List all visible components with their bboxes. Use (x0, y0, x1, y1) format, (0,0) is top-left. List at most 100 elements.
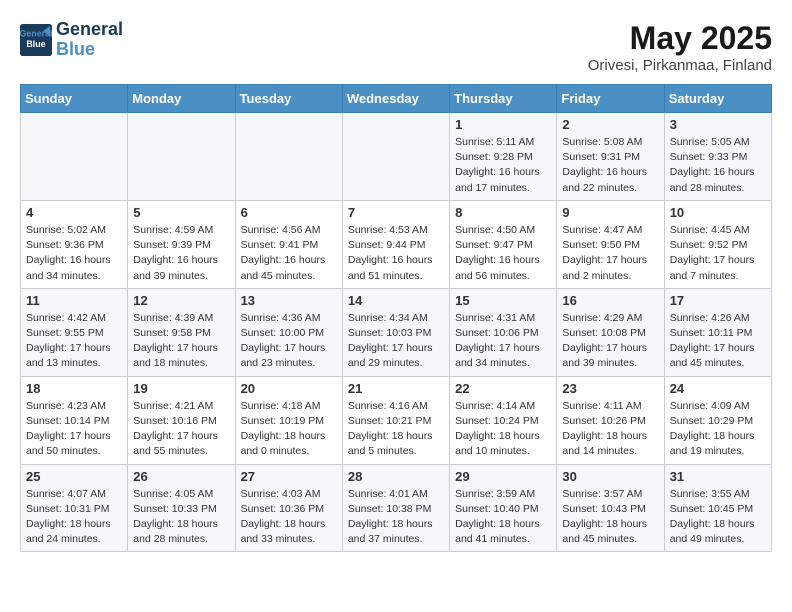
calendar-cell: 9 Sunrise: 4:47 AM Sunset: 9:50 PM Daylig… (557, 200, 664, 288)
calendar-title: May 2025 (588, 20, 772, 57)
day-number: 12 (133, 293, 229, 308)
day-info: Sunrise: 4:21 AM Sunset: 10:16 PM Daylig… (133, 399, 229, 460)
day-number: 29 (455, 469, 551, 484)
day-info: Sunrise: 4:01 AM Sunset: 10:38 PM Daylig… (348, 487, 444, 548)
calendar-week-5: 25 Sunrise: 4:07 AM Sunset: 10:31 PM Dayl… (21, 464, 772, 552)
calendar-cell: 29Sunrise: 3:59 AM Sunset: 10:40 PM Dayl… (450, 464, 557, 552)
day-info: Sunrise: 4:18 AM Sunset: 10:19 PM Daylig… (241, 399, 337, 460)
day-number: 9 (562, 205, 658, 220)
svg-text:Blue: Blue (26, 39, 45, 49)
page-header: General Blue General Blue May 2025 Orive… (20, 20, 772, 74)
day-number: 11 (26, 293, 122, 308)
day-info: Sunrise: 4:34 AM Sunset: 10:03 PM Daylig… (348, 311, 444, 372)
day-number: 25 (26, 469, 122, 484)
day-number: 20 (241, 381, 337, 396)
day-info: Sunrise: 4:03 AM Sunset: 10:36 PM Daylig… (241, 487, 337, 548)
calendar-cell: 11 Sunrise: 4:42 AM Sunset: 9:55 PM Dayli… (21, 288, 128, 376)
day-info: Sunrise: 4:31 AM Sunset: 10:06 PM Daylig… (455, 311, 551, 372)
day-number: 22 (455, 381, 551, 396)
calendar-cell: 4 Sunrise: 5:02 AM Sunset: 9:36 PM Daylig… (21, 200, 128, 288)
day-number: 14 (348, 293, 444, 308)
day-info: Sunrise: 4:14 AM Sunset: 10:24 PM Daylig… (455, 399, 551, 460)
calendar-cell: 20 Sunrise: 4:18 AM Sunset: 10:19 PM Dayl… (235, 376, 342, 464)
title-block: May 2025 Orivesi, Pirkanmaa, Finland (588, 20, 772, 74)
day-number: 23 (562, 381, 658, 396)
day-info: Sunrise: 4:53 AM Sunset: 9:44 PM Dayligh… (348, 223, 444, 284)
day-header-tuesday: Tuesday (235, 85, 342, 113)
calendar-cell (342, 113, 449, 201)
day-number: 27 (241, 469, 337, 484)
calendar-cell (128, 113, 235, 201)
day-info: Sunrise: 5:02 AM Sunset: 9:36 PM Dayligh… (26, 223, 122, 284)
day-number: 17 (670, 293, 766, 308)
day-info: Sunrise: 4:42 AM Sunset: 9:55 PM Dayligh… (26, 311, 122, 372)
calendar-cell: 17 Sunrise: 4:26 AM Sunset: 10:11 PM Dayl… (664, 288, 771, 376)
calendar-cell: 1Sunrise: 5:11 AM Sunset: 9:28 PM Daylig… (450, 113, 557, 201)
calendar-cell: 10Sunrise: 4:45 AM Sunset: 9:52 PM Dayli… (664, 200, 771, 288)
day-number: 5 (133, 205, 229, 220)
day-info: Sunrise: 4:05 AM Sunset: 10:33 PM Daylig… (133, 487, 229, 548)
day-info: Sunrise: 4:07 AM Sunset: 10:31 PM Daylig… (26, 487, 122, 548)
day-header-friday: Friday (557, 85, 664, 113)
calendar-cell: 6 Sunrise: 4:56 AM Sunset: 9:41 PM Daylig… (235, 200, 342, 288)
day-number: 19 (133, 381, 229, 396)
calendar-cell: 28 Sunrise: 4:01 AM Sunset: 10:38 PM Dayl… (342, 464, 449, 552)
calendar-cell: 2Sunrise: 5:08 AM Sunset: 9:31 PM Daylig… (557, 113, 664, 201)
calendar-cell: 12 Sunrise: 4:39 AM Sunset: 9:58 PM Dayli… (128, 288, 235, 376)
day-number: 28 (348, 469, 444, 484)
day-info: Sunrise: 3:57 AM Sunset: 10:43 PM Daylig… (562, 487, 658, 548)
calendar-cell: 27 Sunrise: 4:03 AM Sunset: 10:36 PM Dayl… (235, 464, 342, 552)
calendar-cell: 15 Sunrise: 4:31 AM Sunset: 10:06 PM Dayl… (450, 288, 557, 376)
calendar-cell: 19 Sunrise: 4:21 AM Sunset: 10:16 PM Dayl… (128, 376, 235, 464)
calendar-cell: 25 Sunrise: 4:07 AM Sunset: 10:31 PM Dayl… (21, 464, 128, 552)
calendar-cell (21, 113, 128, 201)
day-header-sunday: Sunday (21, 85, 128, 113)
calendar-week-1: 1Sunrise: 5:11 AM Sunset: 9:28 PM Daylig… (21, 113, 772, 201)
day-header-wednesday: Wednesday (342, 85, 449, 113)
calendar-cell: 30 Sunrise: 3:57 AM Sunset: 10:43 PM Dayl… (557, 464, 664, 552)
day-number: 10 (670, 205, 766, 220)
day-info: Sunrise: 3:55 AM Sunset: 10:45 PM Daylig… (670, 487, 766, 548)
calendar-cell: 3Sunrise: 5:05 AM Sunset: 9:33 PM Daylig… (664, 113, 771, 201)
calendar-cell: 5 Sunrise: 4:59 AM Sunset: 9:39 PM Daylig… (128, 200, 235, 288)
day-number: 7 (348, 205, 444, 220)
day-info: Sunrise: 4:59 AM Sunset: 9:39 PM Dayligh… (133, 223, 229, 284)
day-number: 13 (241, 293, 337, 308)
calendar-cell: 26 Sunrise: 4:05 AM Sunset: 10:33 PM Dayl… (128, 464, 235, 552)
calendar-cell: 31 Sunrise: 3:55 AM Sunset: 10:45 PM Dayl… (664, 464, 771, 552)
day-number: 31 (670, 469, 766, 484)
day-number: 2 (562, 117, 658, 132)
day-number: 3 (670, 117, 766, 132)
day-number: 16 (562, 293, 658, 308)
calendar-body: 1Sunrise: 5:11 AM Sunset: 9:28 PM Daylig… (21, 113, 772, 552)
day-number: 1 (455, 117, 551, 132)
day-number: 18 (26, 381, 122, 396)
day-number: 15 (455, 293, 551, 308)
day-header-thursday: Thursday (450, 85, 557, 113)
calendar-week-4: 18 Sunrise: 4:23 AM Sunset: 10:14 PM Dayl… (21, 376, 772, 464)
day-number: 30 (562, 469, 658, 484)
calendar-cell: 21Sunrise: 4:16 AM Sunset: 10:21 PM Dayl… (342, 376, 449, 464)
day-info: Sunrise: 4:36 AM Sunset: 10:00 PM Daylig… (241, 311, 337, 372)
calendar-week-3: 11 Sunrise: 4:42 AM Sunset: 9:55 PM Dayli… (21, 288, 772, 376)
calendar-cell: 7 Sunrise: 4:53 AM Sunset: 9:44 PM Daylig… (342, 200, 449, 288)
calendar-cell: 23 Sunrise: 4:11 AM Sunset: 10:26 PM Dayl… (557, 376, 664, 464)
day-number: 4 (26, 205, 122, 220)
calendar-cell: 13 Sunrise: 4:36 AM Sunset: 10:00 PM Dayl… (235, 288, 342, 376)
day-info: Sunrise: 4:11 AM Sunset: 10:26 PM Daylig… (562, 399, 658, 460)
day-info: Sunrise: 4:39 AM Sunset: 9:58 PM Dayligh… (133, 311, 229, 372)
day-info: Sunrise: 4:50 AM Sunset: 9:47 PM Dayligh… (455, 223, 551, 284)
calendar-cell: 8Sunrise: 4:50 AM Sunset: 9:47 PM Daylig… (450, 200, 557, 288)
calendar-cell: 14 Sunrise: 4:34 AM Sunset: 10:03 PM Dayl… (342, 288, 449, 376)
calendar-table: SundayMondayTuesdayWednesdayThursdayFrid… (20, 84, 772, 552)
day-number: 21 (348, 381, 444, 396)
day-info: Sunrise: 4:56 AM Sunset: 9:41 PM Dayligh… (241, 223, 337, 284)
day-info: Sunrise: 4:47 AM Sunset: 9:50 PM Dayligh… (562, 223, 658, 284)
calendar-cell (235, 113, 342, 201)
day-header-saturday: Saturday (664, 85, 771, 113)
day-info: Sunrise: 4:23 AM Sunset: 10:14 PM Daylig… (26, 399, 122, 460)
day-info: Sunrise: 4:29 AM Sunset: 10:08 PM Daylig… (562, 311, 658, 372)
day-info: Sunrise: 4:26 AM Sunset: 10:11 PM Daylig… (670, 311, 766, 372)
day-number: 6 (241, 205, 337, 220)
day-number: 26 (133, 469, 229, 484)
